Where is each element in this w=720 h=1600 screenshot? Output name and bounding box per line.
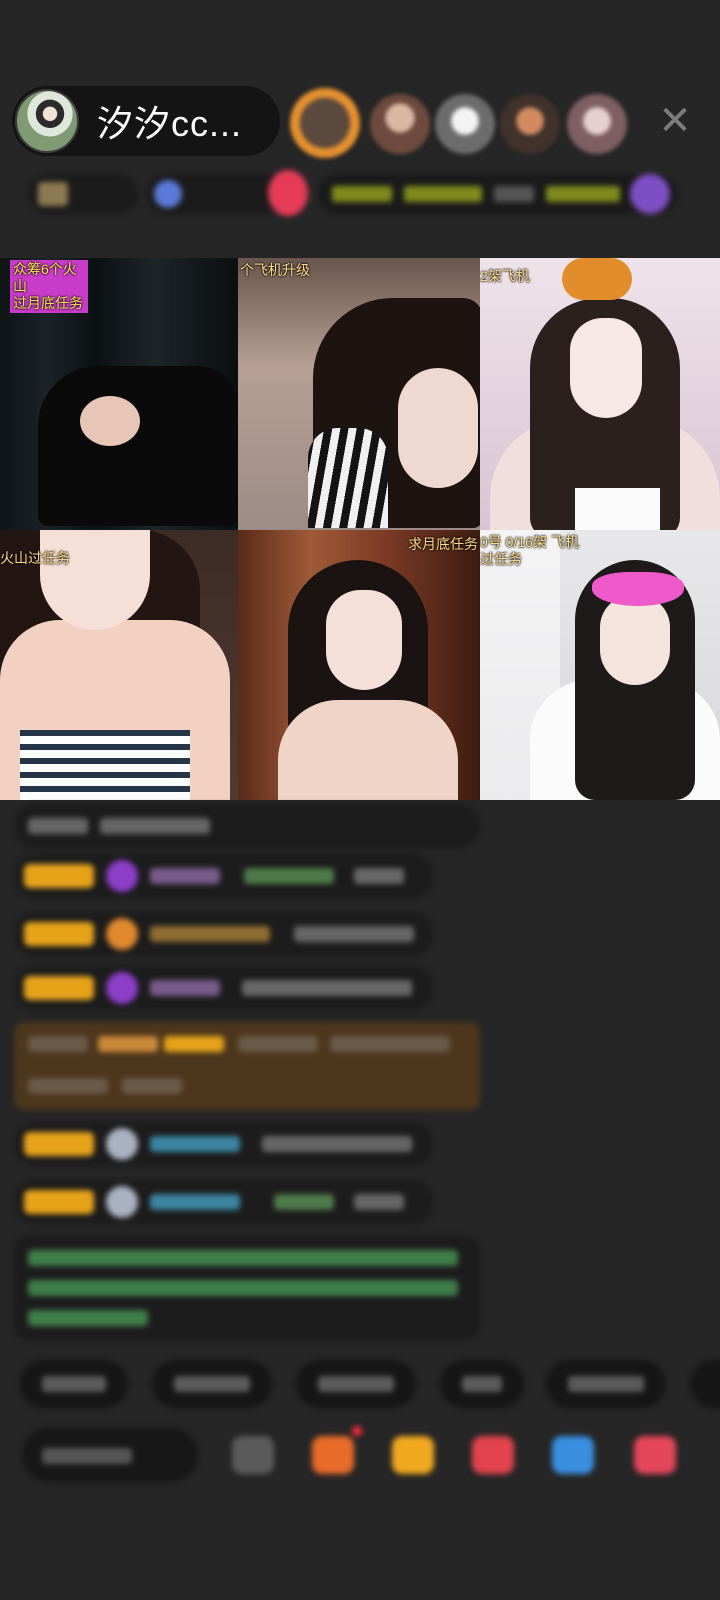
stream-label: 求月底任务 bbox=[408, 536, 478, 552]
chat-message bbox=[14, 1122, 434, 1166]
stream-cell-5[interactable]: 求月底任务 bbox=[238, 530, 480, 800]
stream-label: 个飞机升级 bbox=[240, 262, 310, 278]
host-info-pill[interactable]: 汐汐cc... bbox=[12, 86, 280, 156]
heart-icon[interactable] bbox=[472, 1436, 514, 1474]
chat-message bbox=[14, 854, 434, 898]
stream-cell-4[interactable]: 火山过任务 bbox=[0, 530, 238, 800]
red-packet-icon[interactable] bbox=[392, 1436, 434, 1474]
viewer-avatar[interactable] bbox=[500, 94, 560, 154]
stream-cell-6[interactable]: 0号 0/16架 飞机 过任务 bbox=[480, 530, 720, 800]
quick-reply-button[interactable] bbox=[296, 1360, 416, 1408]
quick-reply-button[interactable] bbox=[20, 1360, 128, 1408]
task-banner[interactable] bbox=[318, 174, 678, 214]
stream-label: 火山过任务 bbox=[0, 550, 70, 566]
red-packet-icon[interactable] bbox=[268, 170, 308, 216]
stream-cell-2[interactable]: 个飞机升级 bbox=[238, 258, 480, 530]
host-name: 汐汐cc... bbox=[97, 103, 243, 144]
rank-badge[interactable] bbox=[146, 174, 286, 214]
quick-reply-row bbox=[0, 1360, 720, 1408]
quick-reply-button[interactable] bbox=[690, 1360, 720, 1408]
room-info-row bbox=[18, 170, 698, 218]
quick-reply-button[interactable] bbox=[440, 1360, 524, 1408]
stream-label: 2架飞机 bbox=[480, 268, 530, 284]
chat-message bbox=[14, 804, 480, 848]
level-badge[interactable] bbox=[28, 174, 138, 214]
comment-input[interactable] bbox=[22, 1428, 198, 1482]
chat-message bbox=[14, 1180, 434, 1224]
chat-message bbox=[14, 966, 434, 1010]
chat-message bbox=[14, 912, 434, 956]
stream-label: 众筹6个火山 过月底任务 bbox=[10, 260, 88, 313]
viewer-avatar[interactable] bbox=[567, 94, 627, 154]
bottom-toolbar bbox=[0, 1422, 720, 1486]
top-viewer-avatar[interactable] bbox=[290, 88, 360, 158]
multi-stream-grid: 众筹6个火山 过月底任务 个飞机升级 2架飞机 火山过任务 求月底任务 0号 0… bbox=[0, 258, 720, 800]
close-icon[interactable]: ✕ bbox=[655, 96, 695, 146]
chat-system-message bbox=[14, 1236, 480, 1340]
stream-label: 0号 0/16架 飞机 过任务 bbox=[480, 534, 579, 567]
viewer-avatar[interactable] bbox=[435, 94, 495, 154]
quick-reply-button[interactable] bbox=[152, 1360, 272, 1408]
notification-dot bbox=[352, 1426, 362, 1436]
gift-box-icon[interactable] bbox=[312, 1436, 354, 1474]
host-avatar[interactable] bbox=[15, 89, 79, 153]
stream-cell-3[interactable]: 2架飞机 bbox=[480, 258, 720, 530]
game-icon[interactable] bbox=[552, 1436, 594, 1474]
chat-message-highlight bbox=[14, 1022, 480, 1110]
gem-icon[interactable] bbox=[630, 174, 670, 214]
quick-reply-button[interactable] bbox=[546, 1360, 666, 1408]
stream-cell-1[interactable]: 众筹6个火山 过月底任务 bbox=[0, 258, 238, 530]
shop-icon[interactable] bbox=[634, 1436, 676, 1474]
grid-icon[interactable] bbox=[232, 1436, 274, 1474]
viewer-avatar[interactable] bbox=[370, 94, 430, 154]
